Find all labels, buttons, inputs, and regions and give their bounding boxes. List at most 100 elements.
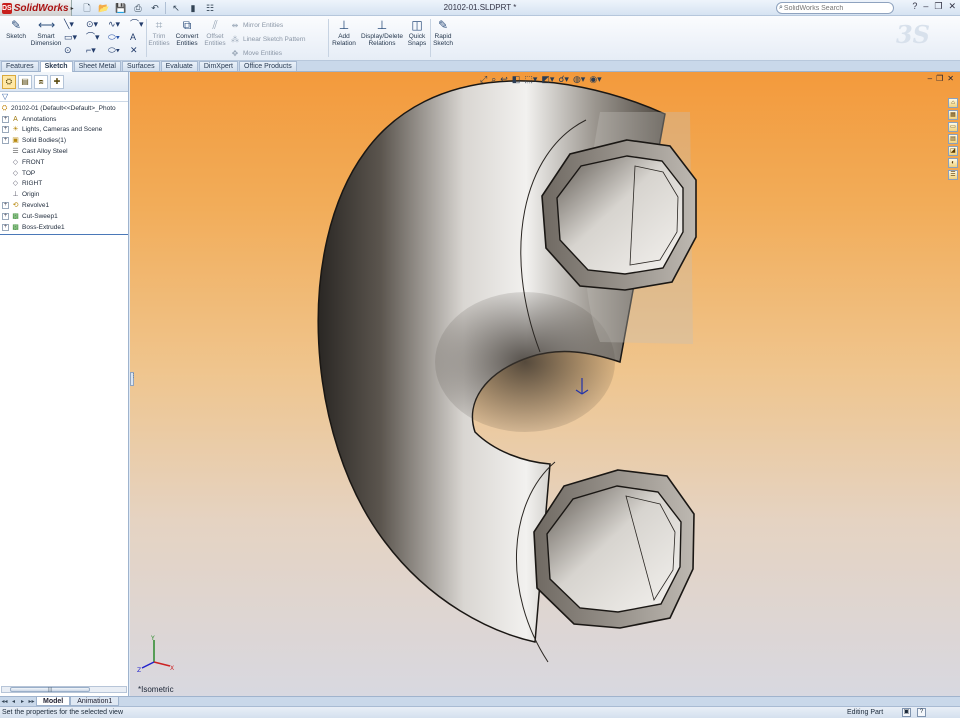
- graphics-area[interactable]: ⤢ ⌕ ↩ ◧ ⬚▾ ◩▾ ☌▾ ◍▾ ◉▾ – ❐ ✕ ⌂ ▦ ▭ ▤ ◪ ◐…: [130, 72, 960, 696]
- zoom-to-area-icon[interactable]: ⌕: [491, 74, 496, 85]
- part-model-elbow[interactable]: [130, 72, 960, 696]
- zoom-to-fit-icon[interactable]: ⤢: [480, 74, 487, 85]
- next-tab-icon[interactable]: ▸: [18, 698, 27, 705]
- tree-item-top[interactable]: ◇ TOP: [0, 168, 128, 179]
- viewport-restore-icon[interactable]: ❐: [936, 74, 943, 83]
- previous-view-icon[interactable]: ↩: [500, 74, 508, 85]
- viewport-close-icon[interactable]: ✕: [947, 74, 954, 83]
- panel-splitter-handle[interactable]: ⋮: [130, 372, 136, 386]
- tab-features[interactable]: Features: [1, 61, 39, 71]
- move-entities-button[interactable]: ✥ Move Entities: [230, 47, 306, 59]
- circle-tool-icon[interactable]: ⊙▾: [86, 18, 108, 31]
- tab-evaluate[interactable]: Evaluate: [160, 61, 198, 71]
- hide-show-items-icon[interactable]: ☌▾: [558, 74, 569, 85]
- options-icon[interactable]: ☷: [203, 2, 217, 14]
- ellipse-tool-icon[interactable]: ⬭▾: [108, 31, 130, 44]
- centerline-tool-icon[interactable]: ⌐▾: [86, 44, 108, 57]
- display-style-icon[interactable]: ◩▾: [541, 74, 554, 85]
- expand-icon[interactable]: +: [2, 137, 9, 145]
- tab-sketch[interactable]: Sketch: [39, 61, 73, 72]
- rollback-bar[interactable]: [0, 234, 128, 235]
- quick-snaps-button[interactable]: ◫ Quick Snaps: [406, 18, 428, 47]
- property-manager-tab-icon[interactable]: ▤: [18, 74, 32, 89]
- trim-entities-button[interactable]: ⌗ Trim Entities: [148, 18, 170, 47]
- section-view-icon[interactable]: ◧: [512, 74, 521, 85]
- scrollbar-thumb[interactable]: |||: [10, 687, 90, 693]
- file-explorer-icon[interactable]: ▭: [948, 122, 958, 132]
- minimize-icon[interactable]: –: [923, 1, 928, 12]
- first-tab-icon[interactable]: ◂◂: [0, 698, 9, 705]
- tree-item-annotations[interactable]: + A Annotations: [0, 114, 128, 125]
- configuration-manager-tab-icon[interactable]: ⧈: [34, 74, 48, 89]
- solidworks-menu-button[interactable]: DS SolidWorks ▸: [0, 0, 74, 16]
- tree-item-front[interactable]: ◇ FRONT: [0, 157, 128, 168]
- tab-dimxpert[interactable]: DimXpert: [198, 61, 239, 71]
- line-tool-icon[interactable]: ╲▾: [64, 18, 86, 31]
- restore-icon[interactable]: ❐: [934, 1, 942, 12]
- offset-entities-button[interactable]: ⫽ Offset Entities: [203, 18, 227, 47]
- rebuild-icon[interactable]: ▮: [186, 2, 200, 14]
- tab-surfaces[interactable]: Surfaces: [121, 61, 160, 71]
- edit-appearance-icon[interactable]: ◍▾: [573, 74, 585, 85]
- viewport-minimize-icon[interactable]: –: [928, 74, 932, 83]
- appearances-icon[interactable]: ◐: [948, 158, 958, 168]
- open-document-icon[interactable]: 📂: [97, 2, 111, 14]
- feature-manager-tab-icon[interactable]: ⛭: [2, 74, 16, 89]
- rectangle-tool-icon[interactable]: ▭▾: [64, 31, 86, 44]
- quick-tips-icon[interactable]: ?: [917, 708, 926, 717]
- design-library-icon[interactable]: ▦: [948, 110, 958, 120]
- expand-icon[interactable]: +: [2, 126, 9, 134]
- view-palette-icon[interactable]: ◪: [948, 146, 958, 156]
- print-icon[interactable]: ⎙: [131, 2, 145, 14]
- arc-tool-icon[interactable]: ⌒▾: [86, 31, 108, 44]
- tab-office-products[interactable]: Office Products: [239, 61, 297, 71]
- select-icon[interactable]: ↖: [169, 2, 183, 14]
- new-document-icon[interactable]: 🗋: [80, 2, 94, 14]
- tree-item-origin[interactable]: ⊥ Origin: [0, 189, 128, 200]
- expand-icon[interactable]: +: [2, 202, 9, 210]
- tree-item-cut-sweep1[interactable]: + ▩ Cut-Sweep1: [0, 211, 128, 222]
- tab-sheet-metal[interactable]: Sheet Metal: [73, 61, 121, 71]
- tree-item-revolve1[interactable]: + ⟲ Revolve1: [0, 200, 128, 211]
- tab-model[interactable]: Model: [36, 697, 71, 706]
- dimxpert-manager-tab-icon[interactable]: ✚: [50, 74, 64, 89]
- convert-entities-button[interactable]: ⧉ Convert Entities: [174, 18, 200, 47]
- horizontal-scrollbar[interactable]: |||: [1, 686, 127, 693]
- tree-item-boss-extrude1[interactable]: + ▩ Boss-Extrude1: [0, 222, 128, 233]
- smart-dimension-button[interactable]: ⟷ Smart Dimension: [30, 18, 62, 47]
- tree-item-material[interactable]: ☰ Cast Alloy Steel: [0, 146, 128, 157]
- tab-animation1[interactable]: Animation1: [70, 697, 120, 706]
- point-tool-icon[interactable]: ⊙: [64, 44, 86, 57]
- display-delete-relations-button[interactable]: ⊥ Display/Delete Relations: [360, 18, 404, 47]
- tree-item-solid-bodies[interactable]: + ▣ Solid Bodies(1): [0, 135, 128, 146]
- expand-icon[interactable]: +: [2, 212, 9, 220]
- linear-sketch-pattern-button[interactable]: ⁂ Linear Sketch Pattern: [230, 33, 306, 45]
- expand-icon[interactable]: +: [2, 115, 9, 123]
- rebuild-status-icon[interactable]: ▣: [902, 708, 911, 717]
- solidworks-resources-icon[interactable]: ⌂: [948, 98, 958, 108]
- apply-scene-icon[interactable]: ◉▾: [589, 74, 601, 85]
- spline-tool-icon[interactable]: ∿▾: [108, 18, 130, 31]
- search-input[interactable]: [783, 3, 884, 13]
- tree-root[interactable]: ⛭ 20102-01 (Default<<Default>_Photo: [0, 103, 128, 114]
- save-icon[interactable]: 💾: [114, 2, 128, 14]
- view-orientation-icon[interactable]: ⬚▾: [524, 74, 537, 85]
- tree-item-lights[interactable]: + ☀ Lights, Cameras and Scene: [0, 125, 128, 136]
- undo-icon[interactable]: ↶: [148, 2, 162, 14]
- custom-properties-icon[interactable]: ☰: [948, 170, 958, 180]
- filter-icon[interactable]: ▽: [0, 92, 128, 102]
- tree-item-right[interactable]: ◇ RIGHT: [0, 179, 128, 190]
- search-box[interactable]: ⌕: [776, 2, 894, 14]
- help-icon[interactable]: ?: [912, 1, 917, 12]
- close-icon[interactable]: ✕: [948, 1, 956, 12]
- expand-icon[interactable]: +: [2, 223, 9, 231]
- prev-tab-icon[interactable]: ◂: [9, 698, 18, 705]
- add-relation-button[interactable]: ⊥ Add Relation: [331, 18, 357, 47]
- sketch-button[interactable]: ✎ Sketch: [4, 18, 28, 40]
- search-icon[interactable]: ⌕: [779, 4, 783, 12]
- slot-tool-icon[interactable]: ⬭▾: [108, 44, 130, 57]
- mirror-entities-button[interactable]: ⇹ Mirror Entities: [230, 19, 306, 31]
- rapid-sketch-button[interactable]: ✎ Rapid Sketch: [432, 18, 454, 47]
- last-tab-icon[interactable]: ▸▸: [27, 698, 36, 705]
- search-results-icon[interactable]: ▤: [948, 134, 958, 144]
